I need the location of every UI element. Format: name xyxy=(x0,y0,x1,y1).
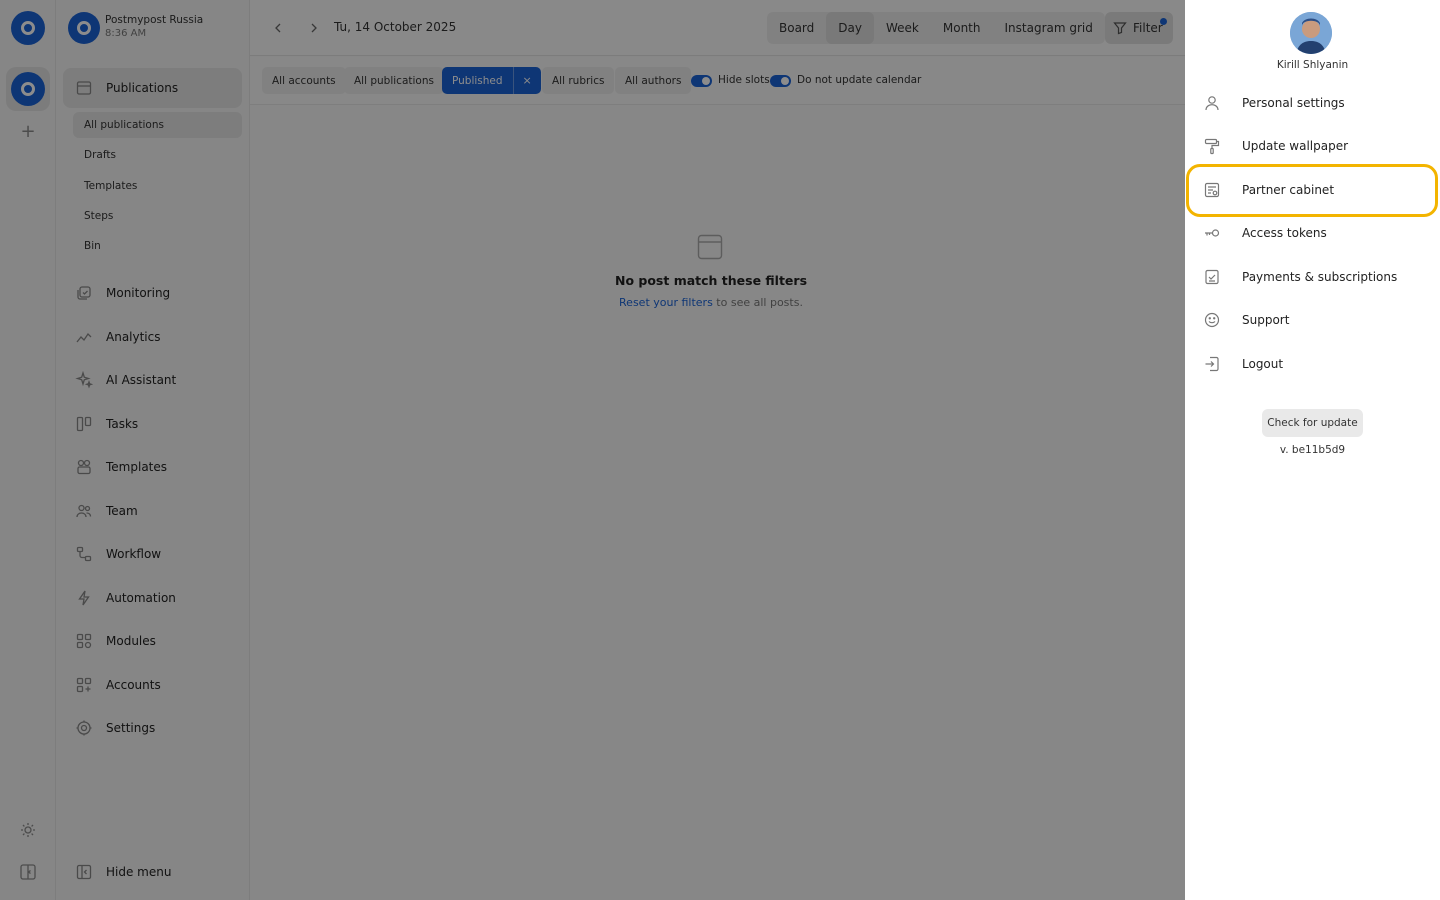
menu-access-tokens[interactable]: Access tokens xyxy=(1197,214,1429,252)
menu-logout[interactable]: Logout xyxy=(1197,345,1429,383)
menu-item-label: Logout xyxy=(1242,357,1284,371)
paint-roller-icon xyxy=(1203,137,1221,155)
user-name: Kirill Shlyanin xyxy=(1276,59,1349,71)
menu-item-label: Payments & subscriptions xyxy=(1242,270,1398,284)
logout-icon xyxy=(1203,355,1221,373)
modal-backdrop[interactable] xyxy=(0,0,1185,900)
receipt-icon xyxy=(1203,268,1221,286)
app-version: v. be11b5d9 xyxy=(1279,444,1346,456)
menu-personal-settings[interactable]: Personal settings xyxy=(1197,84,1429,122)
user-menu-panel: Kirill Shlyanin Personal settings Update… xyxy=(1185,0,1440,900)
key-icon xyxy=(1203,224,1221,242)
menu-item-label: Support xyxy=(1242,313,1290,327)
menu-payments-subscriptions[interactable]: Payments & subscriptions xyxy=(1197,258,1429,296)
smile-chat-icon xyxy=(1203,311,1221,329)
menu-item-label: Access tokens xyxy=(1242,226,1327,240)
user-icon xyxy=(1203,94,1221,112)
partner-cabinet-highlight xyxy=(1186,164,1438,217)
menu-update-wallpaper[interactable]: Update wallpaper xyxy=(1197,127,1429,165)
menu-support[interactable]: Support xyxy=(1197,301,1429,339)
user-avatar xyxy=(1290,12,1332,54)
menu-item-label: Update wallpaper xyxy=(1242,139,1349,153)
check-for-update-button[interactable]: Check for update xyxy=(1262,409,1363,437)
menu-item-label: Personal settings xyxy=(1242,96,1345,110)
